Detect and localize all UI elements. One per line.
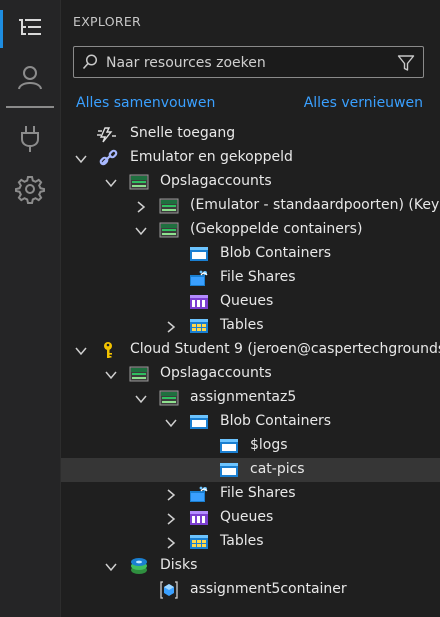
chevron-down-icon[interactable] [134, 224, 148, 238]
tree-item-label: Cloud Student 9 (jeroen@caspertechground… [130, 341, 440, 357]
tree-item-label: Queues [220, 293, 274, 309]
tree-item-label: Opslagaccounts [160, 173, 272, 189]
tree-item-disks[interactable]: Disks [61, 554, 440, 578]
chevron-down-icon[interactable] [104, 368, 118, 382]
chevron-right-icon[interactable] [164, 512, 178, 526]
storage-explorer-window: EXPLORER Alles samenvouwen Alles vernieu… [0, 0, 440, 617]
search-input[interactable] [104, 47, 388, 79]
chevron-down-icon[interactable] [74, 344, 88, 358]
chevron-right-icon[interactable] [134, 200, 148, 214]
storage-account-icon [129, 174, 149, 190]
explorer-panel: EXPLORER Alles samenvouwen Alles vernieu… [61, 0, 440, 617]
link-icon [99, 149, 118, 166]
chevron-down-icon[interactable] [104, 560, 118, 574]
tree-item-blob-containers[interactable]: Blob Containers [61, 410, 440, 434]
account-icon[interactable] [0, 54, 60, 100]
storage-account-icon [159, 390, 179, 406]
tree-item-attached-containers[interactable]: (Gekoppelde containers) [61, 218, 440, 242]
tree-item-tables[interactable]: Tables [61, 314, 440, 338]
chevron-right-icon[interactable] [164, 488, 178, 502]
tree-item-label: Blob Containers [220, 245, 332, 261]
settings-icon[interactable] [0, 166, 60, 212]
filter-icon[interactable] [397, 54, 415, 72]
tree-item-label: Tables [220, 317, 264, 333]
activity-separator [6, 106, 54, 108]
tree-item-emulator[interactable]: Emulator en gekoppeld [61, 146, 440, 170]
tree-item-label: Snelle toegang [130, 125, 236, 141]
chevron-right-icon[interactable] [164, 536, 178, 550]
tree-item-file-shares[interactable]: File Shares [61, 266, 440, 290]
disk-icon [131, 558, 147, 574]
tree-item-label: Queues [220, 509, 274, 525]
tree-item-label: (Emulator - standaardpoorten) (Key) [190, 197, 440, 213]
file-share-icon [190, 270, 208, 286]
collapse-all-link[interactable]: Alles samenvouwen [76, 95, 215, 111]
blob-container-icon [220, 463, 238, 477]
plug-icon[interactable] [0, 116, 60, 162]
blob-container-icon [190, 415, 208, 429]
container-icon [160, 581, 178, 599]
search-icon [82, 54, 98, 70]
tree-item-label: Disks [160, 557, 198, 573]
resource-tree: Snelle toegang Emulator en gekoppeld Ops… [61, 122, 440, 602]
search-box [73, 46, 424, 79]
tree-item-file-shares[interactable]: File Shares [61, 482, 440, 506]
tree-item-tables[interactable]: Tables [61, 530, 440, 554]
tree-item-container-logs[interactable]: $logs [61, 434, 440, 458]
chevron-down-icon[interactable] [104, 176, 118, 190]
storage-account-icon [159, 198, 179, 214]
tree-item-disk[interactable]: assignment5container [61, 578, 440, 602]
panel-title: EXPLORER [73, 14, 142, 29]
chevron-down-icon[interactable] [134, 392, 148, 406]
quick-access-icon [97, 127, 116, 143]
chevron-down-icon[interactable] [74, 152, 88, 166]
tree-item-storage-accounts[interactable]: Opslagaccounts [61, 170, 440, 194]
tree-item-emulator-default-ports[interactable]: (Emulator - standaardpoorten) (Key) [61, 194, 440, 218]
tree-item-label: Emulator en gekoppeld [130, 149, 293, 165]
tree-item-subscription[interactable]: Cloud Student 9 (jeroen@caspertechground… [61, 338, 440, 362]
storage-account-icon [129, 366, 149, 382]
tree-item-label: $logs [250, 437, 288, 453]
tree-item-label: assignmentaz5 [190, 389, 297, 405]
file-share-icon [190, 486, 208, 502]
tree-item-label: assignment5container [190, 581, 347, 597]
tree-item-label: Tables [220, 533, 264, 549]
tree-item-blob-containers[interactable]: Blob Containers [61, 242, 440, 266]
chevron-down-icon[interactable] [164, 416, 178, 430]
tree-item-container-cat-pics[interactable]: cat-pics [61, 458, 440, 482]
chevron-right-icon[interactable] [164, 320, 178, 334]
explorer-icon[interactable] [0, 6, 60, 52]
tree-item-label: File Shares [220, 269, 296, 285]
tree-item-queues[interactable]: Queues [61, 290, 440, 314]
table-icon [190, 319, 208, 333]
tree-item-label: cat-pics [250, 461, 305, 477]
refresh-all-link[interactable]: Alles vernieuwen [304, 95, 423, 111]
tree-item-label: Blob Containers [220, 413, 332, 429]
table-icon [190, 535, 208, 549]
queue-icon [190, 295, 208, 309]
blob-container-icon [220, 439, 238, 453]
activity-bar [0, 0, 61, 617]
storage-account-icon [159, 222, 179, 238]
tree-item-quick-access[interactable]: Snelle toegang [61, 122, 440, 146]
tree-item-label: File Shares [220, 485, 296, 501]
blob-container-icon [190, 247, 208, 261]
queue-icon [190, 511, 208, 525]
key-icon [104, 342, 112, 358]
tree-item-queues[interactable]: Queues [61, 506, 440, 530]
tree-item-label: (Gekoppelde containers) [190, 221, 363, 237]
tree-item-label: Opslagaccounts [160, 365, 272, 381]
tree-item-storage-account[interactable]: assignmentaz5 [61, 386, 440, 410]
tree-item-storage-accounts[interactable]: Opslagaccounts [61, 362, 440, 386]
